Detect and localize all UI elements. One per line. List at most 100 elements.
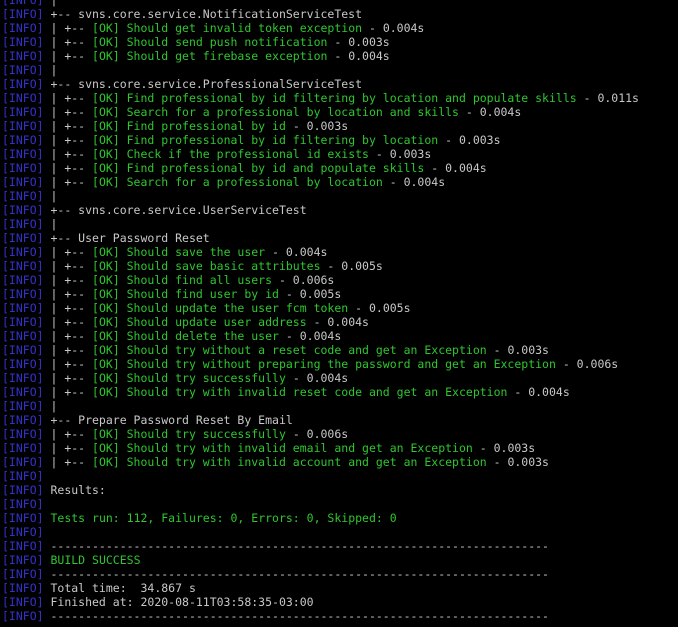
terminal-line: [INFO] | +-- [OK] Should update user add… xyxy=(2,315,678,329)
log-text: - 0.003s xyxy=(487,343,549,357)
log-text: +-- svns.core.service.ProfessionalServic… xyxy=(44,77,363,91)
log-text: | +-- xyxy=(44,315,92,329)
log-text: | +-- xyxy=(44,455,92,469)
log-text: | xyxy=(44,399,58,413)
log-level-tag: [INFO] xyxy=(2,427,44,441)
log-text: - 0.003s xyxy=(487,455,549,469)
terminal-line: [INFO] | +-- [OK] Should find user by id… xyxy=(2,287,678,301)
log-text: +-- svns.core.service.UserServiceTest xyxy=(44,203,307,217)
log-text: - 0.004s xyxy=(383,175,445,189)
log-text: +-- Prepare Password Reset By Email xyxy=(44,413,293,427)
terminal-line: [INFO] | xyxy=(2,217,678,231)
log-text: - 0.006s xyxy=(556,357,618,371)
log-text: - 0.004s xyxy=(459,105,521,119)
log-text: | +-- xyxy=(44,49,92,63)
terminal-line: [INFO] +-- svns.core.service.Professiona… xyxy=(2,77,678,91)
log-text: | +-- xyxy=(44,259,92,273)
log-level-tag: [INFO] xyxy=(2,581,44,595)
log-text: - 0.003s xyxy=(327,35,389,49)
log-level-tag: [INFO] xyxy=(2,35,44,49)
log-level-tag: [INFO] xyxy=(2,189,44,203)
terminal-line: [INFO] ---------------------------------… xyxy=(2,567,678,581)
test-result-text: [OK] Should try with invalid reset code … xyxy=(92,385,507,399)
terminal-line: [INFO] | +-- [OK] Search for a professio… xyxy=(2,105,678,119)
log-level-tag: [INFO] xyxy=(2,147,44,161)
log-level-tag: [INFO] xyxy=(2,469,44,483)
terminal-line: [INFO] Total time: 34.867 s xyxy=(2,581,678,595)
terminal-line: [INFO] | +-- [OK] Should save the user -… xyxy=(2,245,678,259)
test-result-text: [OK] Should try successfully xyxy=(92,427,286,441)
test-result-text: [OK] Should update the user fcm token xyxy=(92,301,348,315)
log-level-tag: [INFO] xyxy=(2,133,44,147)
log-text: - 0.006s xyxy=(272,273,334,287)
log-level-tag: [INFO] xyxy=(2,357,44,371)
log-level-tag: [INFO] xyxy=(2,371,44,385)
log-text: | +-- xyxy=(44,329,92,343)
log-text: ----------------------------------------… xyxy=(44,609,549,623)
log-text: - 0.004s xyxy=(327,49,389,63)
terminal-line: [INFO] | +-- [OK] Should try with invali… xyxy=(2,441,678,455)
log-text: | +-- xyxy=(44,301,92,315)
log-text: ----------------------------------------… xyxy=(44,539,549,553)
log-level-tag: [INFO] xyxy=(2,21,44,35)
terminal-line: [INFO] xyxy=(2,525,678,539)
log-level-tag: [INFO] xyxy=(2,273,44,287)
terminal-line: [INFO] | +-- [OK] Should get invalid tok… xyxy=(2,21,678,35)
terminal-line: [INFO] | xyxy=(2,399,678,413)
log-text: | +-- xyxy=(44,133,92,147)
log-text: | +-- xyxy=(44,147,92,161)
log-text: - 0.006s xyxy=(286,427,348,441)
test-result-text: Tests run: 112, Failures: 0, Errors: 0, … xyxy=(50,511,396,525)
log-text: Finished at: 2020-08-11T03:58:35-03:00 xyxy=(44,595,314,609)
log-level-tag: [INFO] xyxy=(2,63,44,77)
terminal-line: [INFO] BUILD SUCCESS xyxy=(2,553,678,567)
log-level-tag: [INFO] xyxy=(2,553,44,567)
log-text: - 0.003s xyxy=(286,119,348,133)
test-result-text: [OK] Should try without a reset code and… xyxy=(92,343,487,357)
log-text: Total time: 34.867 s xyxy=(44,581,196,595)
terminal-line: [INFO] | +-- [OK] Should try successfull… xyxy=(2,371,678,385)
log-level-tag: [INFO] xyxy=(2,77,44,91)
log-text: | +-- xyxy=(44,343,92,357)
terminal-line: [INFO] ---------------------------------… xyxy=(2,609,678,623)
log-text: | +-- xyxy=(44,441,92,455)
log-text: - 0.003s xyxy=(369,147,431,161)
log-level-tag: [INFO] xyxy=(2,91,44,105)
log-level-tag: [INFO] xyxy=(2,119,44,133)
test-result-text: [OK] Should find user by id xyxy=(92,287,279,301)
log-level-tag: [INFO] xyxy=(2,539,44,553)
log-level-tag: [INFO] xyxy=(2,399,44,413)
terminal-line: [INFO] | +-- [OK] Should try successfull… xyxy=(2,427,678,441)
log-level-tag: [INFO] xyxy=(2,455,44,469)
terminal-line: [INFO] xyxy=(2,497,678,511)
test-result-text: [OK] Should send push notification xyxy=(92,35,327,49)
log-level-tag: [INFO] xyxy=(2,413,44,427)
log-level-tag: [INFO] xyxy=(2,259,44,273)
test-result-text: [OK] Should save basic attributes xyxy=(92,259,320,273)
log-text: | +-- xyxy=(44,273,92,287)
terminal-line: [INFO] +-- svns.core.service.UserService… xyxy=(2,203,678,217)
log-text: | +-- xyxy=(44,119,92,133)
log-text: - 0.004s xyxy=(265,245,327,259)
log-text: | +-- xyxy=(44,385,92,399)
log-level-tag: [INFO] xyxy=(2,595,44,609)
terminal-line: [INFO] +-- svns.core.service.Notificatio… xyxy=(2,7,678,21)
log-level-tag: [INFO] xyxy=(2,497,44,511)
test-result-text: [OK] Should try with invalid email and g… xyxy=(92,441,473,455)
terminal-line: [INFO] | +-- [OK] Should get firebase ex… xyxy=(2,49,678,63)
test-result-text: [OK] Should get firebase exception xyxy=(92,49,327,63)
log-text: | +-- xyxy=(44,105,92,119)
log-level-tag: [INFO] xyxy=(2,0,44,7)
test-result-text: [OK] Find professional by id filtering b… xyxy=(92,91,577,105)
log-text: | +-- xyxy=(44,371,92,385)
terminal-line: [INFO] | +-- [OK] Should save basic attr… xyxy=(2,259,678,273)
log-level-tag: [INFO] xyxy=(2,161,44,175)
log-level-tag: [INFO] xyxy=(2,287,44,301)
log-text: - 0.004s xyxy=(507,385,569,399)
test-result-text: [OK] Should find all users xyxy=(92,273,272,287)
log-level-tag: [INFO] xyxy=(2,385,44,399)
log-text: - 0.005s xyxy=(279,287,341,301)
terminal-line: [INFO] | +-- [OK] Should try without a r… xyxy=(2,343,678,357)
log-text: | xyxy=(44,217,58,231)
test-result-text: [OK] Should update user address xyxy=(92,315,307,329)
